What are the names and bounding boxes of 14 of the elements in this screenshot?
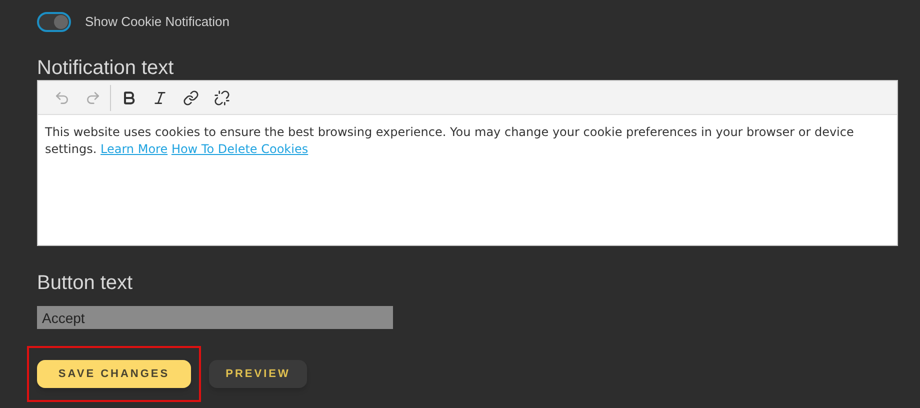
section-heading: Button text <box>37 271 134 295</box>
toggle-switch[interactable] <box>37 12 71 32</box>
redo-icon <box>84 90 100 106</box>
unlink-icon <box>214 90 230 106</box>
rich-text-editor[interactable]: This website uses cookies to ensure the best browsing experience. You may change your cookie preferences in your browser or device settings. Learn More How To Delete Cookies <box>37 80 898 246</box>
save-button[interactable]: SAVE CHANGES <box>37 360 191 388</box>
section-heading: Notification text <box>37 56 175 80</box>
italic-icon <box>152 90 168 106</box>
preview-button[interactable]: PREVIEW <box>209 360 307 388</box>
notification-text: This website uses cookies to ensure the best browsing experience. You may change your cookie preferences in your browser or device settings. Learn More How To Delete Cookies <box>44 124 855 158</box>
toggle-label: Show Cookie Notification <box>85 13 230 32</box>
button-text-field[interactable]: Accept <box>37 306 393 329</box>
undo-icon <box>54 90 70 106</box>
link-icon <box>182 90 198 106</box>
